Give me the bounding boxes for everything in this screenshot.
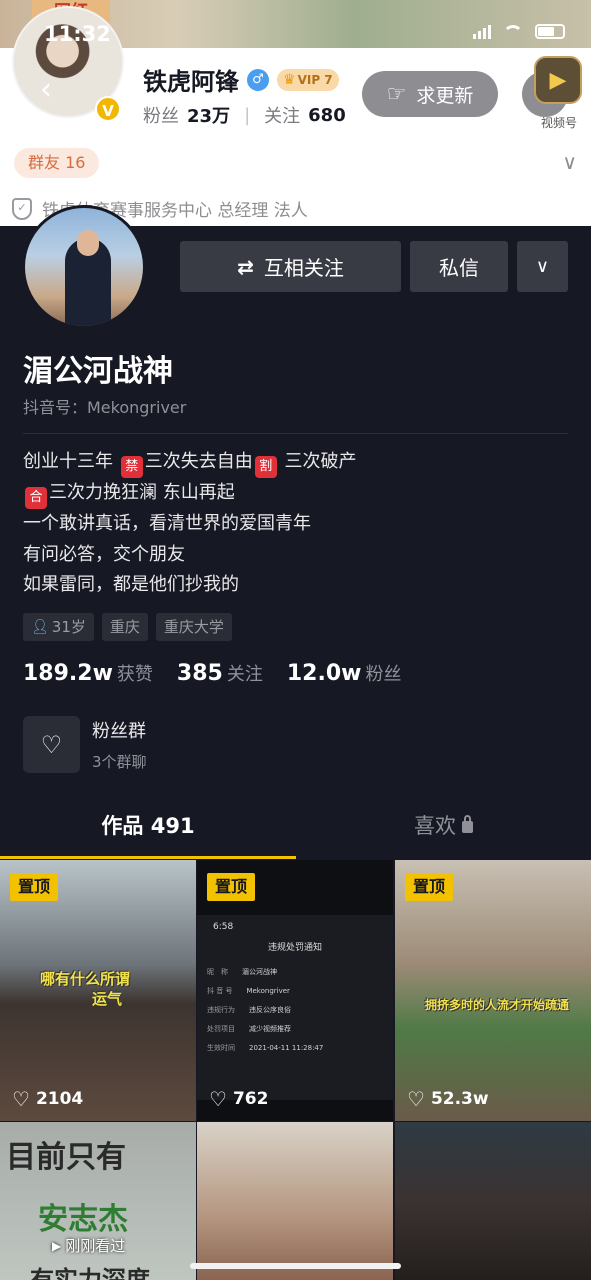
person-icon: 👤︎: [31, 619, 49, 635]
group-members-chip[interactable]: 群友 16: [14, 148, 100, 178]
video-channel-icon[interactable]: ▶: [534, 56, 582, 104]
like-count: ♡ 2104: [12, 1087, 84, 1111]
profile-bio: 创业十三年 禁三次失去自由割 三次破产 合三次力挽狂澜 东山再起 一个敢讲真话，…: [23, 451, 357, 595]
header-stats: 粉丝 23万 | 关注 680: [143, 102, 346, 128]
chevron-down-icon[interactable]: ∨: [562, 150, 577, 174]
following-value: 680: [308, 104, 346, 126]
recently-watched-label: ▶ 刚刚看过: [52, 1237, 126, 1255]
age-tag: 👤︎ 31岁: [23, 613, 94, 641]
video-channel-label: 视频号: [540, 116, 577, 130]
pinned-badge: 置顶: [10, 873, 58, 901]
video-caption: 目前只有: [6, 1140, 126, 1175]
video-caption: 哪有什么所谓: [40, 970, 131, 988]
likes-stat: 189.2w 获赞: [23, 661, 153, 686]
status-icons: [473, 24, 565, 39]
shield-check-icon: ✓: [12, 197, 32, 220]
profile-tags: 👤︎ 31岁 重庆 重庆大学: [23, 613, 232, 641]
stats-separator: |: [244, 104, 251, 126]
video-caption: 拥挤多时的人流才开始疏通: [425, 998, 570, 1012]
wifi-icon: [503, 24, 523, 39]
like-count: ♡ 762: [209, 1087, 269, 1111]
message-button[interactable]: 私信: [410, 241, 508, 292]
video-thumbnail[interactable]: 置顶 拥挤多时的人流才开始疏通 ♡ 52.3w: [395, 860, 591, 1121]
fans-stat[interactable]: 12.0w 粉丝: [287, 660, 402, 686]
profile-stats: 189.2w 获赞 385 关注 12.0w 粉丝: [23, 660, 401, 686]
douyin-id: 抖音号：Mekongriver: [23, 398, 187, 417]
video-caption: 有实力深度: [30, 1266, 150, 1280]
fan-group-title: 粉丝群: [92, 721, 146, 742]
heart-icon: ♡: [407, 1087, 425, 1111]
together-emoji-icon: 合: [25, 487, 47, 509]
video-thumbnail[interactable]: 目前只有 安志杰 有实力深度 ▶ 刚刚看过: [0, 1122, 196, 1280]
heart-icon: ♡: [209, 1087, 227, 1111]
fan-group-subtitle: 3个群聊: [92, 753, 147, 771]
profile-avatar[interactable]: [22, 205, 146, 329]
lock-icon: [462, 815, 473, 833]
active-tab-indicator: [0, 856, 296, 859]
cut-emoji-icon: 割: [254, 456, 277, 478]
divider: [23, 433, 568, 434]
fan-group-entry[interactable]: ♡ 粉丝群 3个群聊: [23, 716, 147, 773]
location-tag: 重庆: [101, 613, 148, 641]
tab-likes[interactable]: 喜欢: [296, 810, 591, 840]
header-name-row: 铁虎阿锋 ♂ ♛ VIP 7: [143, 62, 339, 97]
home-indicator[interactable]: [190, 1263, 401, 1269]
pinned-badge: 置顶: [207, 873, 255, 901]
request-update-button[interactable]: ☞ 求更新: [362, 71, 498, 117]
forbidden-emoji-icon: 禁: [120, 456, 143, 478]
pinned-badge: 置顶: [405, 873, 453, 901]
video-thumbnail[interactable]: 置顶 6:58 违规处罚通知 昵 称湄公河战神 抖 音 号 Mekongriver…: [197, 860, 393, 1121]
video-thumbnail[interactable]: [395, 1122, 591, 1280]
fan-group-icon: ♡: [23, 716, 80, 773]
video-thumbnail[interactable]: 置顶 哪有什么所谓 运气 ♡ 2104: [0, 860, 196, 1121]
crown-icon: ♛: [283, 71, 296, 88]
video-caption: 安志杰: [38, 1202, 128, 1237]
following-stat[interactable]: 385 关注: [177, 660, 263, 686]
play-icon: ▶: [52, 1238, 62, 1253]
following-label: 关注: [264, 106, 301, 127]
battery-icon: [535, 24, 565, 39]
chevron-down-icon[interactable]: ∨: [517, 241, 568, 292]
header-name: 铁虎阿锋: [143, 68, 239, 96]
penalty-notice-screenshot: 6:58 违规处罚通知 昵 称湄公河战神 抖 音 号 Mekongriver 违规…: [197, 915, 393, 1100]
signal-icon: [473, 24, 491, 39]
male-gender-icon: ♂: [247, 68, 269, 91]
heart-icon: ♡: [12, 1087, 30, 1111]
swap-arrows-icon: ⇄: [237, 254, 254, 279]
back-icon[interactable]: ‹: [26, 70, 66, 110]
collapsed-header: 网红 ‹ V 11:32 铁虎阿锋 ♂ ♛VIP 7 粉丝 23万 | 关注 6…: [0, 0, 591, 226]
video-caption: 运气: [92, 990, 123, 1008]
verified-badge-icon: V: [95, 96, 121, 122]
tab-works[interactable]: 作品 491: [0, 810, 296, 840]
mutual-follow-button[interactable]: ⇄ 互相关注: [180, 241, 401, 292]
like-count: ♡ 52.3w: [407, 1087, 489, 1111]
status-time: 11:32: [44, 22, 111, 46]
profile-name: 湄公河战神: [23, 354, 173, 389]
fans-value: 23万: [187, 106, 231, 127]
school-tag: 重庆大学: [155, 613, 232, 641]
video-thumbnail[interactable]: [197, 1122, 393, 1280]
hand-pointer-icon: ☞: [386, 81, 407, 107]
vip-badge: ♛ VIP 7: [277, 68, 339, 91]
fans-label: 粉丝: [143, 106, 179, 127]
